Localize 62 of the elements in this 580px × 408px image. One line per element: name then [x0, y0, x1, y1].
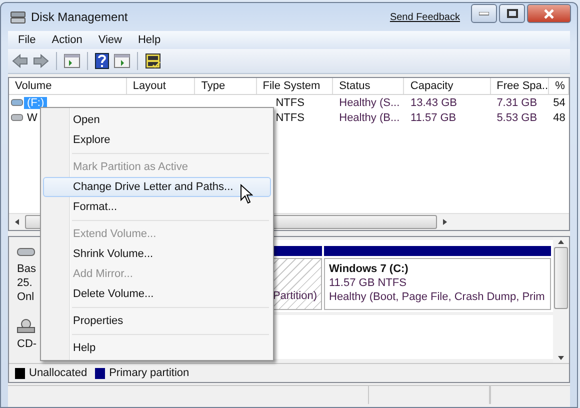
- help-icon[interactable]: [95, 53, 109, 69]
- forward-arrow-icon[interactable]: [33, 54, 49, 68]
- partition-text: Partition): [272, 289, 317, 303]
- table-cell: 48: [553, 112, 566, 124]
- column-header[interactable]: %: [549, 78, 569, 94]
- disk-properties-icon[interactable]: [145, 53, 161, 69]
- disk-info-text: Bas: [17, 262, 36, 276]
- drive-icon: [11, 98, 23, 107]
- send-feedback-link[interactable]: Send Feedback: [390, 12, 460, 22]
- menu-item[interactable]: Open: [43, 110, 271, 130]
- table-cell: Healthy (S...: [339, 96, 400, 108]
- drive-icon: [11, 113, 23, 122]
- menu-item[interactable]: File: [10, 34, 44, 46]
- cd-drive-icon: [17, 319, 35, 333]
- menu-item[interactable]: Action: [44, 34, 90, 46]
- drive-icon: [10, 10, 26, 24]
- partition-text: Windows 7 (C:): [329, 262, 410, 276]
- table-cell: NTFS: [276, 96, 304, 108]
- menu-item[interactable]: Help: [43, 338, 271, 358]
- partition-text: Healthy (Boot, Page File, Crash Dump, Prim: [329, 290, 546, 304]
- column-header[interactable]: File System: [256, 78, 334, 94]
- legend-label: Primary partition: [109, 367, 190, 379]
- table-cell: 5.53 GB: [496, 112, 538, 124]
- column-header[interactable]: Capacity: [404, 78, 491, 94]
- minimize-icon: [479, 12, 489, 16]
- close-button[interactable]: [527, 4, 571, 23]
- vertical-scrollbar[interactable]: [553, 237, 569, 363]
- column-header[interactable]: Layout: [126, 78, 196, 94]
- column-header[interactable]: Volume: [9, 78, 127, 94]
- partition-block[interactable]: Windows 7 (C:) 11.57 GB NTFS Healthy (Boot, Page File, Crash Dump, Prim: [324, 258, 551, 310]
- menu-item[interactable]: Change Drive Letter and Paths...: [43, 177, 271, 197]
- disk-info-text: Onl: [17, 290, 34, 304]
- menu-item[interactable]: View: [90, 34, 130, 46]
- table-cell: 54: [553, 96, 566, 108]
- disk-info-text: CD-: [17, 337, 37, 351]
- panel-icon[interactable]: [114, 54, 130, 68]
- column-header[interactable]: Free Spa...: [490, 78, 550, 94]
- back-arrow-icon[interactable]: [12, 54, 28, 68]
- menu-item[interactable]: Format...: [43, 197, 271, 217]
- close-icon: [543, 8, 555, 18]
- menu-item[interactable]: Help: [130, 34, 169, 46]
- column-header[interactable]: Type: [195, 78, 257, 94]
- legend-label: Unallocated: [29, 367, 88, 379]
- menu-item[interactable]: Shrink Volume...: [43, 244, 271, 264]
- table-cell: 7.31 GB: [496, 96, 538, 108]
- column-header[interactable]: Status: [333, 78, 404, 94]
- pointer-icon: [240, 184, 253, 204]
- maximize-button[interactable]: [499, 4, 525, 23]
- disk-info-text: 25.: [17, 276, 32, 290]
- table-cell: 13.43 GB: [410, 96, 457, 108]
- table-cell: 11.57 GB: [410, 112, 456, 124]
- maximize-icon: [506, 9, 518, 18]
- minimize-button[interactable]: [471, 4, 497, 23]
- window-title: Disk Management: [31, 10, 128, 24]
- partition-text: 11.57 GB NTFS: [329, 276, 408, 290]
- menu-item[interactable]: Explore: [43, 130, 271, 150]
- menu-item[interactable]: Properties: [43, 311, 271, 331]
- table-cell: Healthy (B...: [339, 112, 400, 124]
- panel-icon[interactable]: [64, 54, 80, 68]
- table-cell: NTFS: [276, 112, 304, 124]
- menu-item[interactable]: Delete Volume...: [43, 284, 271, 304]
- volume-name[interactable]: W: [24, 112, 40, 124]
